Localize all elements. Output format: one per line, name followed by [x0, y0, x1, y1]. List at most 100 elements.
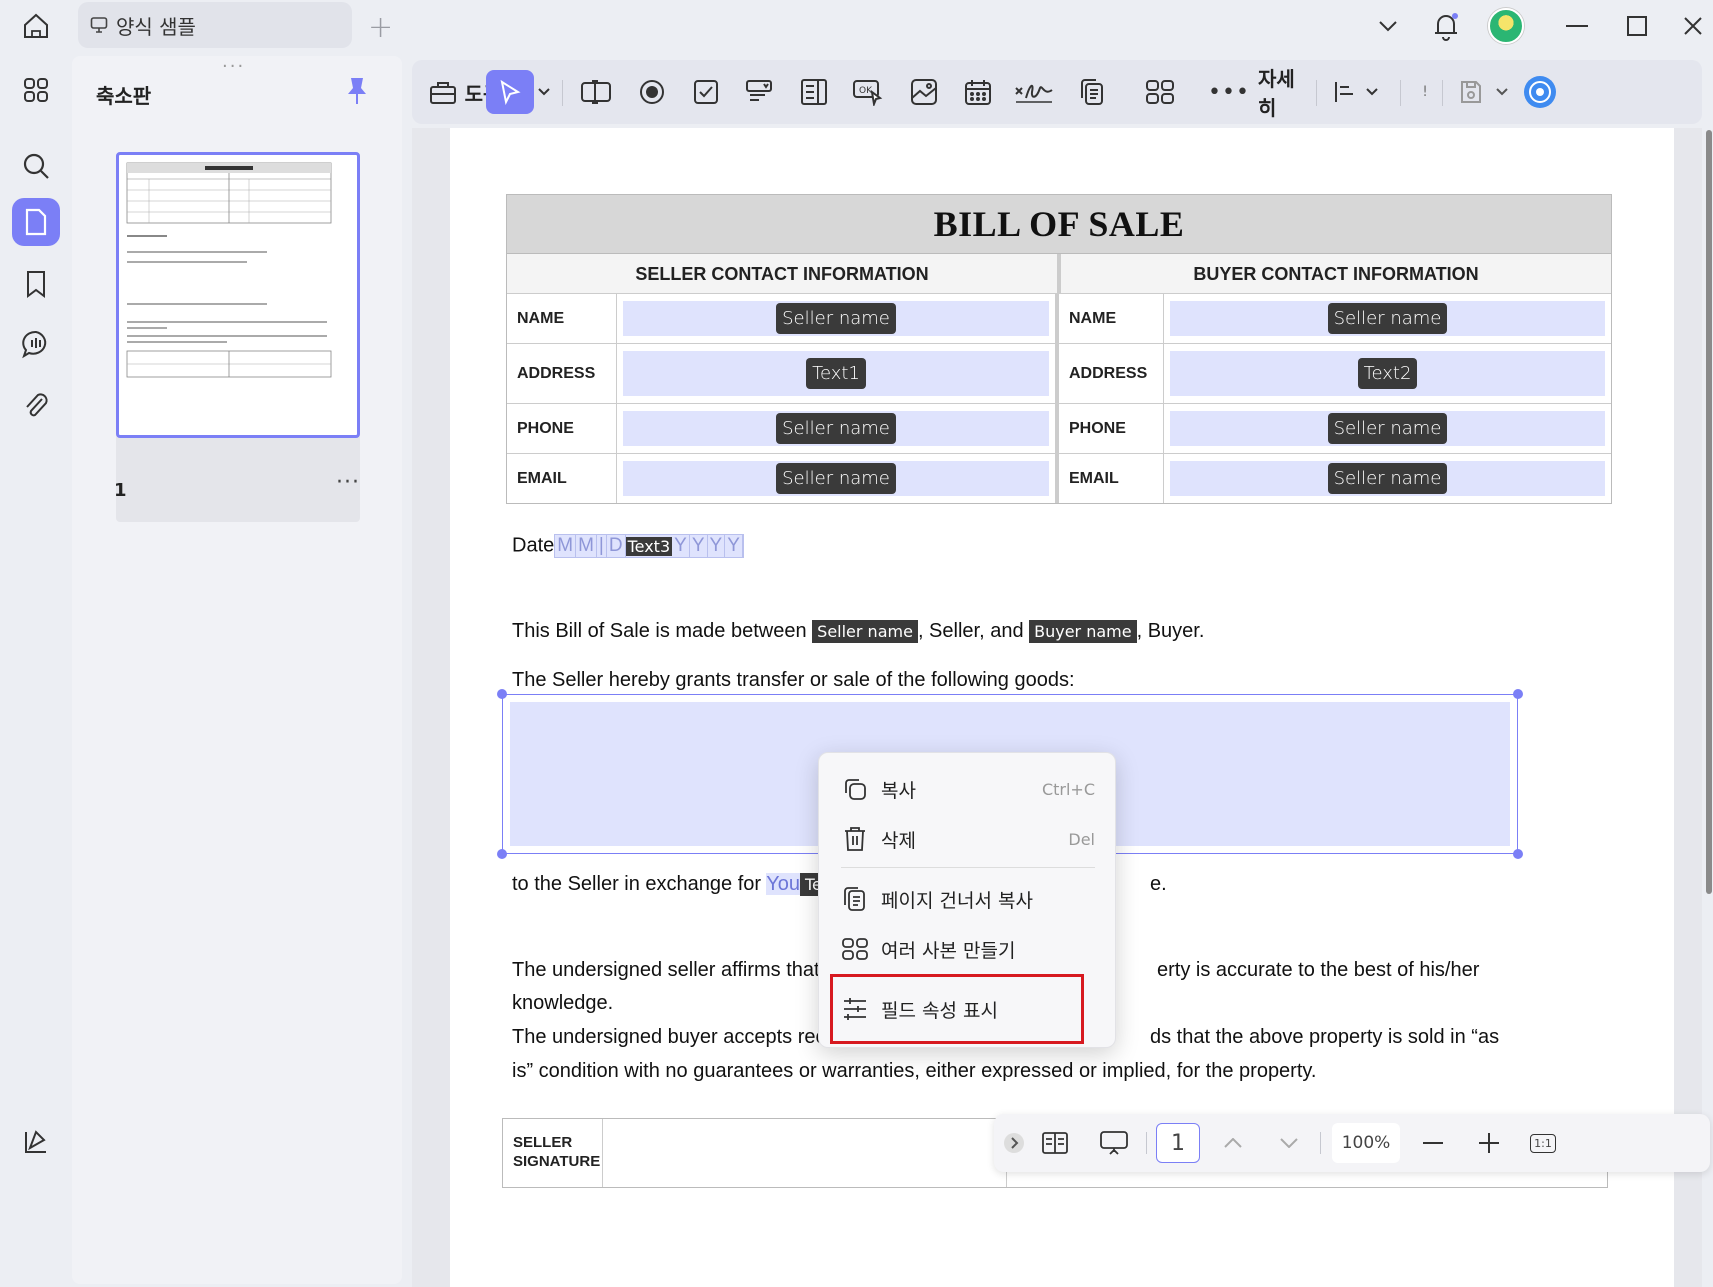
highlight-annotation-box — [830, 974, 1084, 1044]
user-avatar[interactable] — [1486, 6, 1526, 46]
apps-grid-icon[interactable] — [12, 66, 60, 114]
date-label: Date — [512, 534, 555, 557]
affirm-text-end: erty is accurate to the best of his/her — [1157, 959, 1480, 981]
row-label: PHONE — [1059, 404, 1164, 453]
field-name-tag: Seller name — [1327, 463, 1448, 494]
ai-assistant-icon[interactable] — [1520, 70, 1560, 114]
page-layout-icon[interactable] — [1038, 1123, 1072, 1163]
document-tab[interactable]: 양식 샘플 — [78, 2, 352, 48]
date-field-tool-icon[interactable] — [956, 70, 1000, 114]
menu-item-copy[interactable]: 복사 Ctrl+C — [819, 765, 1117, 813]
menu-item-copy-across-pages[interactable]: 페이지 건너서 복사 — [819, 875, 1117, 923]
buyer-name-field[interactable]: Seller name — [1170, 301, 1605, 336]
zoom-level-input[interactable]: 100% — [1332, 1123, 1400, 1163]
copy-pages-icon — [841, 885, 869, 913]
resize-handle[interactable] — [497, 689, 507, 699]
dropdown-field-tool-icon[interactable] — [738, 70, 782, 114]
button-tool-icon[interactable]: OK — [846, 70, 890, 114]
table-row: ADDRESS Text1 ADDRESS Text2 — [507, 343, 1611, 403]
toolbox-icon — [429, 82, 456, 104]
affirm-text-start: The undersigned seller affirms that the … — [512, 959, 869, 981]
table-row: NAME Seller name NAME Seller name — [507, 293, 1611, 343]
seller-signature-label: SELLER SIGNATURE — [503, 1119, 603, 1187]
checkbox-tool-icon[interactable] — [684, 70, 728, 114]
chevron-down-icon[interactable] — [1370, 6, 1406, 46]
text-field-tool-icon[interactable] — [574, 70, 618, 114]
resize-handle[interactable] — [1513, 689, 1523, 699]
seller-name-inline-field[interactable]: Seller name — [812, 620, 918, 643]
align-dropdown-chevron-icon[interactable] — [1362, 70, 1382, 114]
row-label: PHONE — [507, 404, 617, 453]
comment-icon[interactable] — [12, 320, 60, 368]
multiple-copies-tool-icon[interactable] — [1138, 70, 1182, 114]
title-bar: 양식 샘플 + — [0, 0, 1713, 52]
pointer-dropdown-chevron-icon[interactable] — [534, 70, 554, 114]
collapse-nav-icon[interactable] — [1002, 1123, 1026, 1163]
document-tab-title: 양식 샘플 — [116, 14, 196, 39]
notification-bell-icon[interactable] — [1428, 6, 1464, 46]
list-box-tool-icon[interactable] — [792, 70, 836, 114]
zoom-in-icon[interactable] — [1474, 1123, 1504, 1163]
seller-phone-field[interactable]: Seller name — [623, 411, 1049, 446]
seller-address-field[interactable]: Text1 — [623, 351, 1049, 396]
panel-grip-handle[interactable]: ··· — [222, 56, 245, 77]
presentation-icon[interactable] — [1096, 1123, 1132, 1163]
thumbnails-page-icon[interactable] — [12, 198, 60, 246]
buyer-email-field[interactable]: Seller name — [1170, 461, 1605, 496]
add-tab-button[interactable]: + — [368, 10, 393, 45]
align-left-icon[interactable] — [1330, 70, 1358, 114]
save-dropdown-chevron-icon[interactable] — [1492, 70, 1512, 114]
image-field-tool-icon[interactable] — [902, 70, 946, 114]
date-line: Date M M | D Text3 Y Y Y Y — [512, 534, 744, 558]
signature-tool-icon[interactable] — [1010, 70, 1058, 114]
radio-button-tool-icon[interactable] — [630, 70, 674, 114]
minimize-icon[interactable] — [1562, 6, 1592, 46]
close-icon[interactable] — [1678, 6, 1708, 46]
parties-sentence: This Bill of Sale is made between Seller… — [512, 620, 1205, 643]
select-pointer-tool[interactable] — [486, 70, 534, 114]
exchange-hint[interactable]: You — [766, 873, 800, 895]
more-tools-button[interactable]: ••• 자세히 — [1208, 67, 1300, 120]
seller-signature-field[interactable] — [603, 1119, 1007, 1187]
resize-handle[interactable] — [1513, 849, 1523, 859]
current-page-input[interactable]: 1 — [1156, 1123, 1200, 1163]
home-icon[interactable] — [14, 8, 58, 44]
multiple-copies-icon — [841, 935, 869, 963]
seller-email-field[interactable]: Seller name — [623, 461, 1049, 496]
next-page-chevron-down-icon[interactable] — [1276, 1123, 1302, 1163]
attachment-paperclip-icon[interactable] — [12, 382, 60, 430]
resize-handle[interactable] — [497, 849, 507, 859]
bookmark-icon[interactable] — [12, 260, 60, 308]
copy-pages-tool-icon[interactable] — [1070, 70, 1114, 114]
actual-size-button[interactable]: 1:1 — [1528, 1123, 1558, 1163]
form-toolbar: 도구 OK ••• 자세히 ! — [412, 60, 1702, 124]
page-thumbnail[interactable] — [116, 152, 360, 438]
date-field[interactable]: M M | D Text3 Y Y Y Y — [554, 534, 744, 558]
thumbnail-more-button[interactable]: ··· — [336, 470, 360, 495]
layers-icon[interactable] — [12, 1118, 60, 1166]
vertical-scrollbar[interactable] — [1706, 130, 1712, 894]
zoom-out-icon[interactable] — [1418, 1123, 1448, 1163]
more-label: 자세히 — [1257, 67, 1295, 120]
thumbnail-page-number: 1 — [114, 480, 127, 501]
affirm-text-line2: knowledge. — [512, 992, 614, 1014]
thumbnail-panel: ··· 축소판 1 ··· — [72, 56, 402, 1284]
search-icon[interactable] — [12, 142, 60, 190]
buyer-name-inline-field[interactable]: Buyer name — [1029, 620, 1137, 643]
menu-item-make-multiple-copies[interactable]: 여러 사본 만들기 — [819, 925, 1117, 973]
row-label: EMAIL — [1059, 454, 1164, 503]
seller-name-field[interactable]: Seller name — [623, 301, 1049, 336]
pin-icon[interactable] — [344, 76, 370, 110]
form-icon — [90, 17, 108, 33]
buyer-address-field[interactable]: Text2 — [1170, 351, 1605, 396]
buyer-phone-field[interactable]: Seller name — [1170, 411, 1605, 446]
save-icon[interactable] — [1456, 70, 1486, 114]
table-row: PHONE Seller name PHONE Seller name — [507, 403, 1611, 453]
field-name-tag: Text2 — [1357, 358, 1418, 389]
trash-icon — [841, 825, 869, 853]
previous-page-chevron-up-icon[interactable] — [1220, 1123, 1246, 1163]
field-name-tag: Seller name — [776, 303, 896, 334]
accept-text-end: ds that the above property is sold in “a… — [1150, 1026, 1500, 1048]
maximize-icon[interactable] — [1622, 6, 1652, 46]
menu-item-delete[interactable]: 삭제 Del — [819, 815, 1117, 863]
